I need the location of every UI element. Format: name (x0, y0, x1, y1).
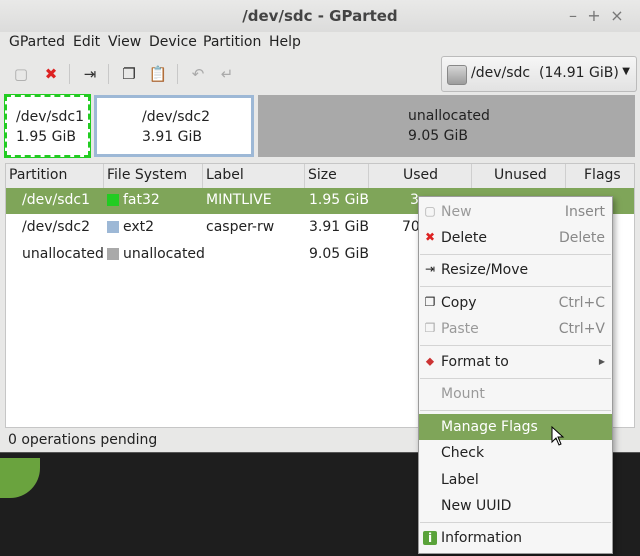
menu-help[interactable]: Help (269, 34, 301, 50)
device-size: (14.91 GiB) (539, 65, 619, 81)
partition-map-sdc1[interactable]: /dev/sdc1 1.95 GiB (4, 94, 91, 158)
column-file-system[interactable]: File System (107, 167, 187, 183)
map-sdc1-size: 1.95 GiB (16, 129, 76, 145)
unallocated-color-swatch (107, 248, 119, 260)
partition-map-sdc2[interactable]: /dev/sdc2 3.91 GiB (94, 95, 254, 157)
cell-partition: /dev/sdc2 (22, 219, 91, 235)
information-icon: i (423, 531, 437, 545)
column-flags[interactable]: Flags (584, 167, 621, 183)
column-separator (565, 164, 566, 188)
menu-item-mount[interactable]: Mount (419, 381, 612, 407)
new-partition-icon[interactable]: ▢ (10, 64, 32, 84)
resize-move-icon[interactable]: ⇥ (79, 64, 101, 84)
toolbar-separator (69, 64, 70, 84)
column-partition[interactable]: Partition (9, 167, 67, 183)
menu-separator (420, 254, 611, 255)
menu-item-delete[interactable]: ✖ Delete Delete (419, 225, 612, 251)
column-separator (103, 164, 104, 188)
paste-icon[interactable]: 📋 (147, 64, 169, 84)
maximize-icon[interactable]: + (585, 6, 603, 25)
map-unallocated-size: 9.05 GiB (408, 128, 468, 144)
delete-icon[interactable]: ✖ (40, 64, 62, 84)
resize-move-icon: ⇥ (424, 262, 436, 276)
cell-partition: unallocated (22, 246, 104, 262)
column-separator (368, 164, 369, 188)
context-menu: ▢ New Insert ✖ Delete Delete ⇥ Resize/Mo… (418, 196, 613, 554)
menu-item-paste[interactable]: ❐ Paste Ctrl+V (419, 316, 612, 342)
device-selector[interactable]: /dev/sdc (14.91 GiB) ▼ (441, 56, 637, 92)
toolbar-separator (108, 64, 109, 84)
menu-item-information[interactable]: i Information (419, 525, 612, 551)
column-used[interactable]: Used (403, 167, 438, 183)
menu-separator (420, 378, 611, 379)
dropdown-arrow-icon: ▼ (622, 66, 630, 77)
submenu-arrow-icon: ▶ (598, 357, 605, 366)
menu-separator (420, 410, 611, 411)
mouse-cursor-icon (551, 426, 565, 446)
hard-disk-icon (447, 65, 467, 85)
delete-icon: ✖ (424, 230, 436, 244)
cell-size: 1.95 GiB (309, 192, 369, 208)
title-bar: /dev/sdc - GParted – + × (0, 0, 640, 32)
menu-item-copy[interactable]: ❐ Copy Ctrl+C (419, 290, 612, 316)
cell-file-system: ext2 (123, 219, 155, 235)
menu-item-new[interactable]: ▢ New Insert (419, 199, 612, 225)
undo-icon[interactable]: ↶ (187, 64, 209, 84)
menu-separator (420, 286, 611, 287)
ext2-color-swatch (107, 221, 119, 233)
menu-gparted[interactable]: GParted (9, 34, 65, 50)
menu-item-resize-move[interactable]: ⇥ Resize/Move (419, 257, 612, 283)
cell-label: casper-rw (206, 219, 275, 235)
cell-file-system: fat32 (123, 192, 160, 208)
table-header: Partition File System Label Size Used Un… (6, 164, 634, 189)
menu-device[interactable]: Device (149, 34, 197, 50)
apply-icon[interactable]: ↵ (216, 64, 238, 84)
copy-icon: ❐ (424, 295, 436, 309)
column-label[interactable]: Label (206, 167, 244, 183)
column-size[interactable]: Size (308, 167, 337, 183)
menu-item-check[interactable]: Check (419, 440, 612, 466)
menu-item-format-to[interactable]: ⬥ Format to ▶ (419, 349, 612, 375)
cell-label: MINTLIVE (206, 192, 272, 208)
column-separator (202, 164, 203, 188)
status-bar: 0 operations pending (8, 432, 158, 448)
map-unallocated-name: unallocated (408, 108, 490, 124)
map-sdc2-size: 3.91 GiB (142, 129, 202, 145)
partition-map-unallocated[interactable]: unallocated 9.05 GiB (258, 95, 635, 157)
map-sdc2-name: /dev/sdc2 (142, 109, 211, 125)
cell-partition: /dev/sdc1 (22, 192, 91, 208)
menu-item-manage-flags[interactable]: Manage Flags (419, 414, 612, 440)
menu-view[interactable]: View (108, 34, 141, 50)
format-icon: ⬥ (425, 354, 435, 368)
menu-edit[interactable]: Edit (73, 34, 100, 50)
paste-icon: ❐ (424, 321, 436, 335)
cell-file-system: unallocated (123, 246, 205, 262)
menu-bar: GParted Edit View Device Partition Help (0, 32, 640, 54)
toolbar-separator (177, 64, 178, 84)
map-sdc1-name: /dev/sdc1 (16, 109, 85, 125)
menu-item-label[interactable]: Label (419, 467, 612, 493)
menu-separator (420, 345, 611, 346)
device-name: /dev/sdc (471, 65, 531, 81)
close-icon[interactable]: × (608, 6, 626, 25)
desktop-background (0, 458, 40, 498)
column-separator (304, 164, 305, 188)
cell-size: 3.91 GiB (309, 219, 369, 235)
new-icon: ▢ (424, 204, 436, 218)
window-title: /dev/sdc - GParted (242, 7, 398, 25)
menu-separator (420, 522, 611, 523)
partition-map: /dev/sdc1 1.95 GiB /dev/sdc2 3.91 GiB un… (4, 94, 635, 158)
copy-icon[interactable]: ❐ (118, 64, 140, 84)
column-unused[interactable]: Unused (494, 167, 547, 183)
minimize-icon[interactable]: – (564, 6, 582, 25)
cell-size: 9.05 GiB (309, 246, 369, 262)
menu-item-new-uuid[interactable]: New UUID (419, 493, 612, 519)
fat32-color-swatch (107, 194, 119, 206)
column-separator (471, 164, 472, 188)
menu-partition[interactable]: Partition (203, 34, 261, 50)
